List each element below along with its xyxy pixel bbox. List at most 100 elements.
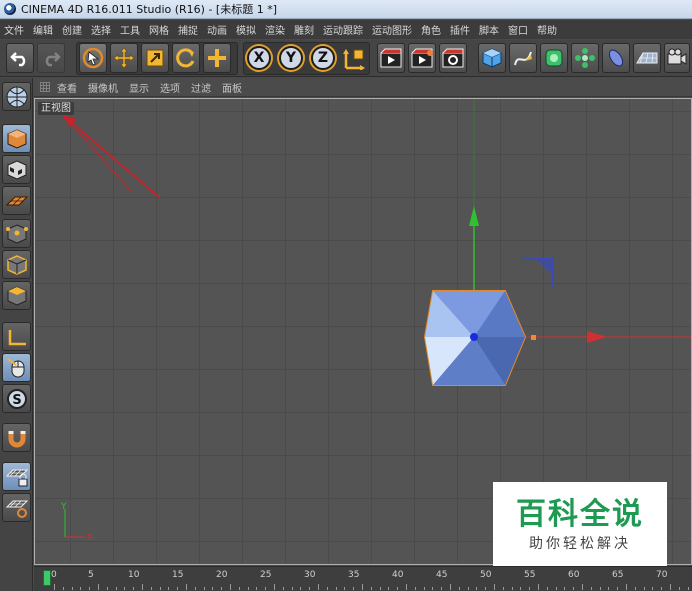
texture-mode-button[interactable] [2, 155, 31, 184]
points-mode-icon [5, 223, 28, 244]
model-mode-button[interactable] [2, 124, 31, 153]
gizmo-y-label: Y [60, 502, 67, 512]
svg-text:S: S [12, 393, 21, 408]
viewport-menu-cameras[interactable]: 摄像机 [88, 80, 118, 95]
menu-edit[interactable]: 编辑 [33, 22, 53, 37]
spline-pen-button[interactable] [509, 43, 537, 73]
lock-grid-icon [5, 469, 28, 486]
viewport-menu-filter[interactable]: 过滤 [191, 80, 211, 95]
undo-button[interactable] [6, 43, 34, 73]
menu-snap[interactable]: 捕捉 [178, 22, 198, 37]
timeline-ruler[interactable]: 0 5 10 15 20 25 30 35 40 45 50 55 60 65 … [34, 566, 692, 591]
viewport-grip-icon[interactable] [40, 82, 50, 92]
timeline-tick [502, 587, 504, 590]
menu-character[interactable]: 角色 [421, 22, 441, 37]
tick-label-30: 30 [304, 570, 316, 580]
point-mode-button[interactable] [2, 219, 31, 248]
edges-mode-icon [6, 254, 27, 275]
menu-file[interactable]: 文件 [4, 22, 24, 37]
axis-mode-button[interactable] [2, 322, 31, 351]
redo-icon [45, 52, 61, 67]
timeline-tick [212, 587, 214, 590]
edge-mode-button[interactable] [2, 250, 31, 279]
tick-label-45: 45 [436, 570, 448, 580]
live-selection-button[interactable] [79, 43, 107, 73]
rotate-button[interactable] [172, 43, 200, 73]
menu-tools[interactable]: 工具 [120, 22, 140, 37]
timeline-tick [608, 587, 610, 590]
menu-window[interactable]: 窗口 [508, 22, 528, 37]
menu-plugins[interactable]: 插件 [450, 22, 470, 37]
workplane-mode-button[interactable] [2, 186, 31, 215]
render-settings-button[interactable] [439, 43, 467, 73]
menu-render[interactable]: 渲染 [265, 22, 285, 37]
viewport-menu-display[interactable]: 显示 [129, 80, 149, 95]
menu-help[interactable]: 帮助 [537, 22, 557, 37]
magnet-icon [8, 430, 25, 447]
make-editable-button[interactable] [2, 82, 31, 111]
x-axis-lock-button[interactable]: X [247, 46, 271, 70]
menu-select[interactable]: 选择 [91, 22, 111, 37]
viewport-menu-view[interactable]: 查看 [57, 80, 77, 95]
deformer-button[interactable] [602, 43, 630, 73]
menu-mograph[interactable]: 运动图形 [372, 22, 412, 37]
cube-button[interactable] [478, 43, 506, 73]
menu-animate[interactable]: 动画 [207, 22, 227, 37]
array-icon [575, 48, 595, 68]
planar-workplane-button[interactable] [2, 493, 31, 522]
timeline-tick [529, 587, 531, 590]
timeline-tick [432, 587, 434, 590]
tweak-mode-button[interactable] [2, 353, 31, 382]
viewport-header: 查看 摄像机 显示 选项 过滤 面板 [34, 78, 692, 97]
camera-button[interactable] [664, 43, 690, 73]
workplane-lock-button[interactable] [2, 462, 31, 491]
array-button[interactable] [571, 43, 599, 73]
floor-button[interactable] [633, 43, 661, 73]
timeline-tick [379, 587, 381, 590]
menu-mesh[interactable]: 网格 [149, 22, 169, 37]
timeline-tick [388, 587, 390, 590]
platonic-object[interactable] [423, 290, 527, 386]
coordinate-system-button[interactable] [340, 43, 368, 73]
menu-simulate[interactable]: 模拟 [236, 22, 256, 37]
menu-create[interactable]: 创建 [62, 22, 82, 37]
z-axis-lock-button[interactable]: Z [311, 46, 335, 70]
menu-sculpt[interactable]: 雕刻 [294, 22, 314, 37]
scale-button[interactable] [141, 43, 169, 73]
timeline-tick [485, 587, 487, 590]
floor-icon [636, 52, 658, 64]
timeline-tick [300, 587, 302, 590]
add-object-button[interactable] [203, 43, 231, 73]
c4d-window: CINEMA 4D R16.011 Studio (R16) - [未标题 1 … [0, 0, 692, 591]
render-picture-viewer-button[interactable] [408, 43, 436, 73]
timeline-tick [546, 587, 548, 590]
y-axis-lock-button[interactable]: Y [279, 46, 303, 70]
move-button[interactable] [110, 43, 138, 73]
tick-label-50: 50 [480, 570, 492, 580]
tick-label-55: 55 [524, 570, 536, 580]
planar-grid-icon [5, 500, 28, 518]
timeline-tick [106, 587, 108, 590]
redo-button[interactable] [37, 43, 65, 73]
coordinate-system-icon [343, 49, 365, 70]
timeline-tick [124, 587, 126, 590]
render-view-button[interactable] [377, 43, 405, 73]
timeline-tick [115, 587, 117, 590]
solo-mode-button[interactable]: S [2, 384, 31, 413]
timeline-tick [230, 584, 231, 590]
menu-script[interactable]: 脚本 [479, 22, 499, 37]
menu-motion-tracking[interactable]: 运动跟踪 [323, 22, 363, 37]
timeline-tick [520, 587, 522, 590]
timeline-tick [133, 587, 135, 590]
subdivision-surface-button[interactable] [540, 43, 568, 73]
subdivision-surface-icon [545, 49, 563, 67]
snapping-button[interactable] [2, 423, 31, 452]
timeline-tick [274, 584, 275, 590]
tick-label-20: 20 [216, 570, 228, 580]
viewport-menu-options[interactable]: 选项 [160, 80, 180, 95]
viewport-menu-panel[interactable]: 面板 [222, 80, 242, 95]
model-cube-icon [7, 128, 26, 149]
timeline-playhead[interactable] [43, 570, 51, 586]
polygon-mode-button[interactable] [2, 281, 31, 310]
timeline-tick [634, 587, 636, 590]
